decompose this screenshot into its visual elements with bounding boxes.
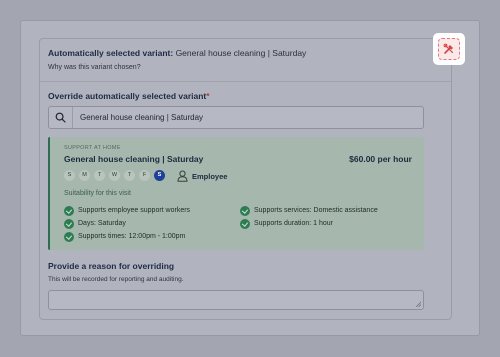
variant-search-input[interactable]: General house cleaning | Saturday bbox=[48, 106, 424, 129]
search-icon bbox=[49, 107, 73, 128]
search-value: General house cleaning | Saturday bbox=[80, 113, 204, 122]
check-circle-icon bbox=[240, 219, 250, 229]
day-monday: M bbox=[79, 170, 90, 181]
reason-label: Provide a reason for overriding bbox=[48, 261, 175, 271]
user-icon bbox=[177, 170, 188, 182]
reason-textarea[interactable] bbox=[48, 290, 424, 310]
auto-selected-heading: Automatically selected variant: General … bbox=[48, 48, 306, 58]
criteria-text: Days: Saturday bbox=[78, 220, 126, 227]
check-circle-icon bbox=[64, 232, 74, 242]
selected-variant-card[interactable]: SUPPORT AT HOME General house cleaning |… bbox=[48, 137, 424, 250]
day-thursday: T bbox=[124, 170, 135, 181]
check-circle-icon bbox=[64, 206, 74, 216]
criteria-text: Supports employee support workers bbox=[78, 207, 191, 214]
day-sunday: S bbox=[64, 170, 75, 181]
check-circle-icon bbox=[240, 206, 250, 216]
override-label-text: Override automatically selected variant bbox=[48, 91, 207, 101]
auto-selected-label: Automatically selected variant: bbox=[48, 48, 174, 58]
suitability-heading: Suitability for this visit bbox=[64, 190, 131, 197]
variant-panel: Automatically selected variant: General … bbox=[20, 20, 480, 336]
tools-icon-frame bbox=[438, 38, 460, 60]
auto-selected-value: General house cleaning | Saturday bbox=[175, 48, 307, 58]
day-saturday: S bbox=[154, 170, 165, 181]
tools-icon bbox=[443, 43, 454, 54]
required-mark: * bbox=[206, 91, 210, 101]
check-circle-icon bbox=[64, 219, 74, 229]
variant-price: $60.00 per hour bbox=[349, 154, 412, 164]
criteria-text: Supports times: 12:00pm - 1:00pm bbox=[78, 233, 186, 240]
auto-selected-section: Automatically selected variant: General … bbox=[40, 39, 451, 82]
day-wednesday: W bbox=[109, 170, 120, 181]
override-label: Override automatically selected variant* bbox=[48, 91, 210, 101]
day-tuesday: T bbox=[94, 170, 105, 181]
criteria-text: Supports duration: 1 hour bbox=[254, 220, 333, 227]
resize-grip-icon[interactable] bbox=[415, 301, 421, 307]
tools-button[interactable] bbox=[433, 33, 465, 65]
criteria-text: Supports services: Domestic assistance bbox=[254, 207, 378, 214]
worker-type: Employee bbox=[192, 172, 228, 181]
variant-category: SUPPORT AT HOME bbox=[64, 145, 121, 151]
reason-help-text: This will be recorded for reporting and … bbox=[48, 276, 184, 283]
why-chosen-link[interactable]: Why was this variant chosen? bbox=[48, 64, 141, 71]
variant-card: Automatically selected variant: General … bbox=[39, 38, 452, 320]
variant-title: General house cleaning | Saturday bbox=[64, 154, 204, 164]
day-friday: F bbox=[139, 170, 150, 181]
